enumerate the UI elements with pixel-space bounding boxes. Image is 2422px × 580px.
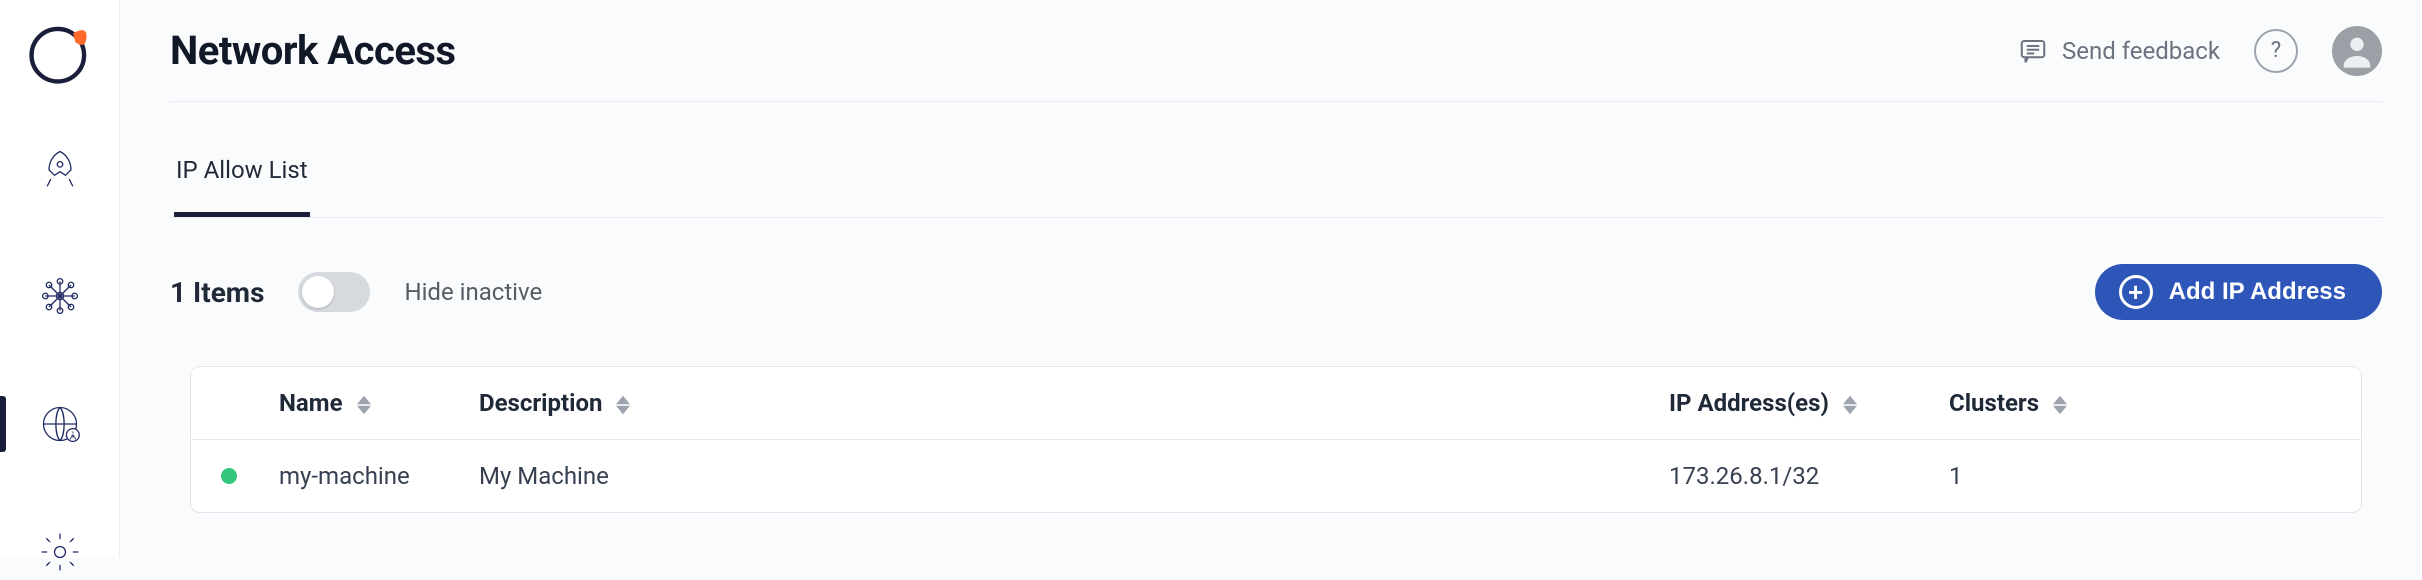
ip-table: Name Description [190, 366, 2362, 513]
add-button-label: Add IP Address [2169, 278, 2346, 306]
toolbar: 1 Items Hide inactive + Add IP Address [170, 218, 2382, 356]
help-button[interactable]: ? [2254, 29, 2298, 73]
avatar-icon [2337, 31, 2377, 71]
nav-cluster-icon[interactable] [0, 268, 119, 324]
table-header-row: Name Description [191, 367, 2361, 440]
main-content: Network Access Send feedback ? [120, 0, 2422, 558]
col-ip-label: IP Address(es) [1669, 389, 1829, 417]
nav-settings-icon[interactable] [0, 524, 119, 580]
add-ip-address-button[interactable]: + Add IP Address [2095, 264, 2382, 320]
sort-icon [357, 395, 371, 415]
cell-clusters: 1 [1931, 440, 2361, 513]
col-clusters[interactable]: Clusters [1931, 367, 2361, 440]
items-count: 1 Items [170, 276, 264, 309]
col-name[interactable]: Name [261, 367, 461, 440]
tab-ip-allow-list[interactable]: IP Allow List [174, 156, 310, 217]
status-dot-icon [221, 468, 237, 484]
nav-network-icon[interactable] [0, 396, 119, 452]
hide-inactive-toggle[interactable] [298, 272, 370, 312]
toggle-knob [302, 276, 334, 308]
sort-icon [2053, 395, 2067, 415]
col-name-label: Name [279, 389, 343, 417]
tabs: IP Allow List [170, 102, 2382, 218]
cell-description: My Machine [461, 440, 1651, 513]
feedback-icon [2018, 36, 2048, 66]
col-clusters-label: Clusters [1949, 389, 2039, 417]
page-title: Network Access [170, 27, 456, 74]
page-header: Network Access Send feedback ? [170, 0, 2382, 102]
feedback-label: Send feedback [2062, 37, 2220, 65]
sort-icon [616, 395, 630, 415]
cell-ip: 173.26.8.1/32 [1651, 440, 1931, 513]
app-logo[interactable] [20, 18, 100, 88]
table-row[interactable]: my-machine My Machine 173.26.8.1/32 1 [191, 440, 2361, 513]
hide-inactive-label: Hide inactive [404, 278, 542, 306]
user-avatar[interactable] [2332, 26, 2382, 76]
sidebar [0, 0, 120, 558]
plus-icon: + [2119, 275, 2153, 309]
col-ip[interactable]: IP Address(es) [1651, 367, 1931, 440]
col-description-label: Description [479, 389, 603, 417]
sort-icon [1843, 395, 1857, 415]
help-icon: ? [2271, 38, 2281, 63]
cell-name: my-machine [261, 440, 461, 513]
col-description[interactable]: Description [461, 367, 1651, 440]
col-status [191, 367, 261, 440]
nav-rocket-icon[interactable] [0, 140, 119, 196]
send-feedback-button[interactable]: Send feedback [2018, 36, 2220, 66]
